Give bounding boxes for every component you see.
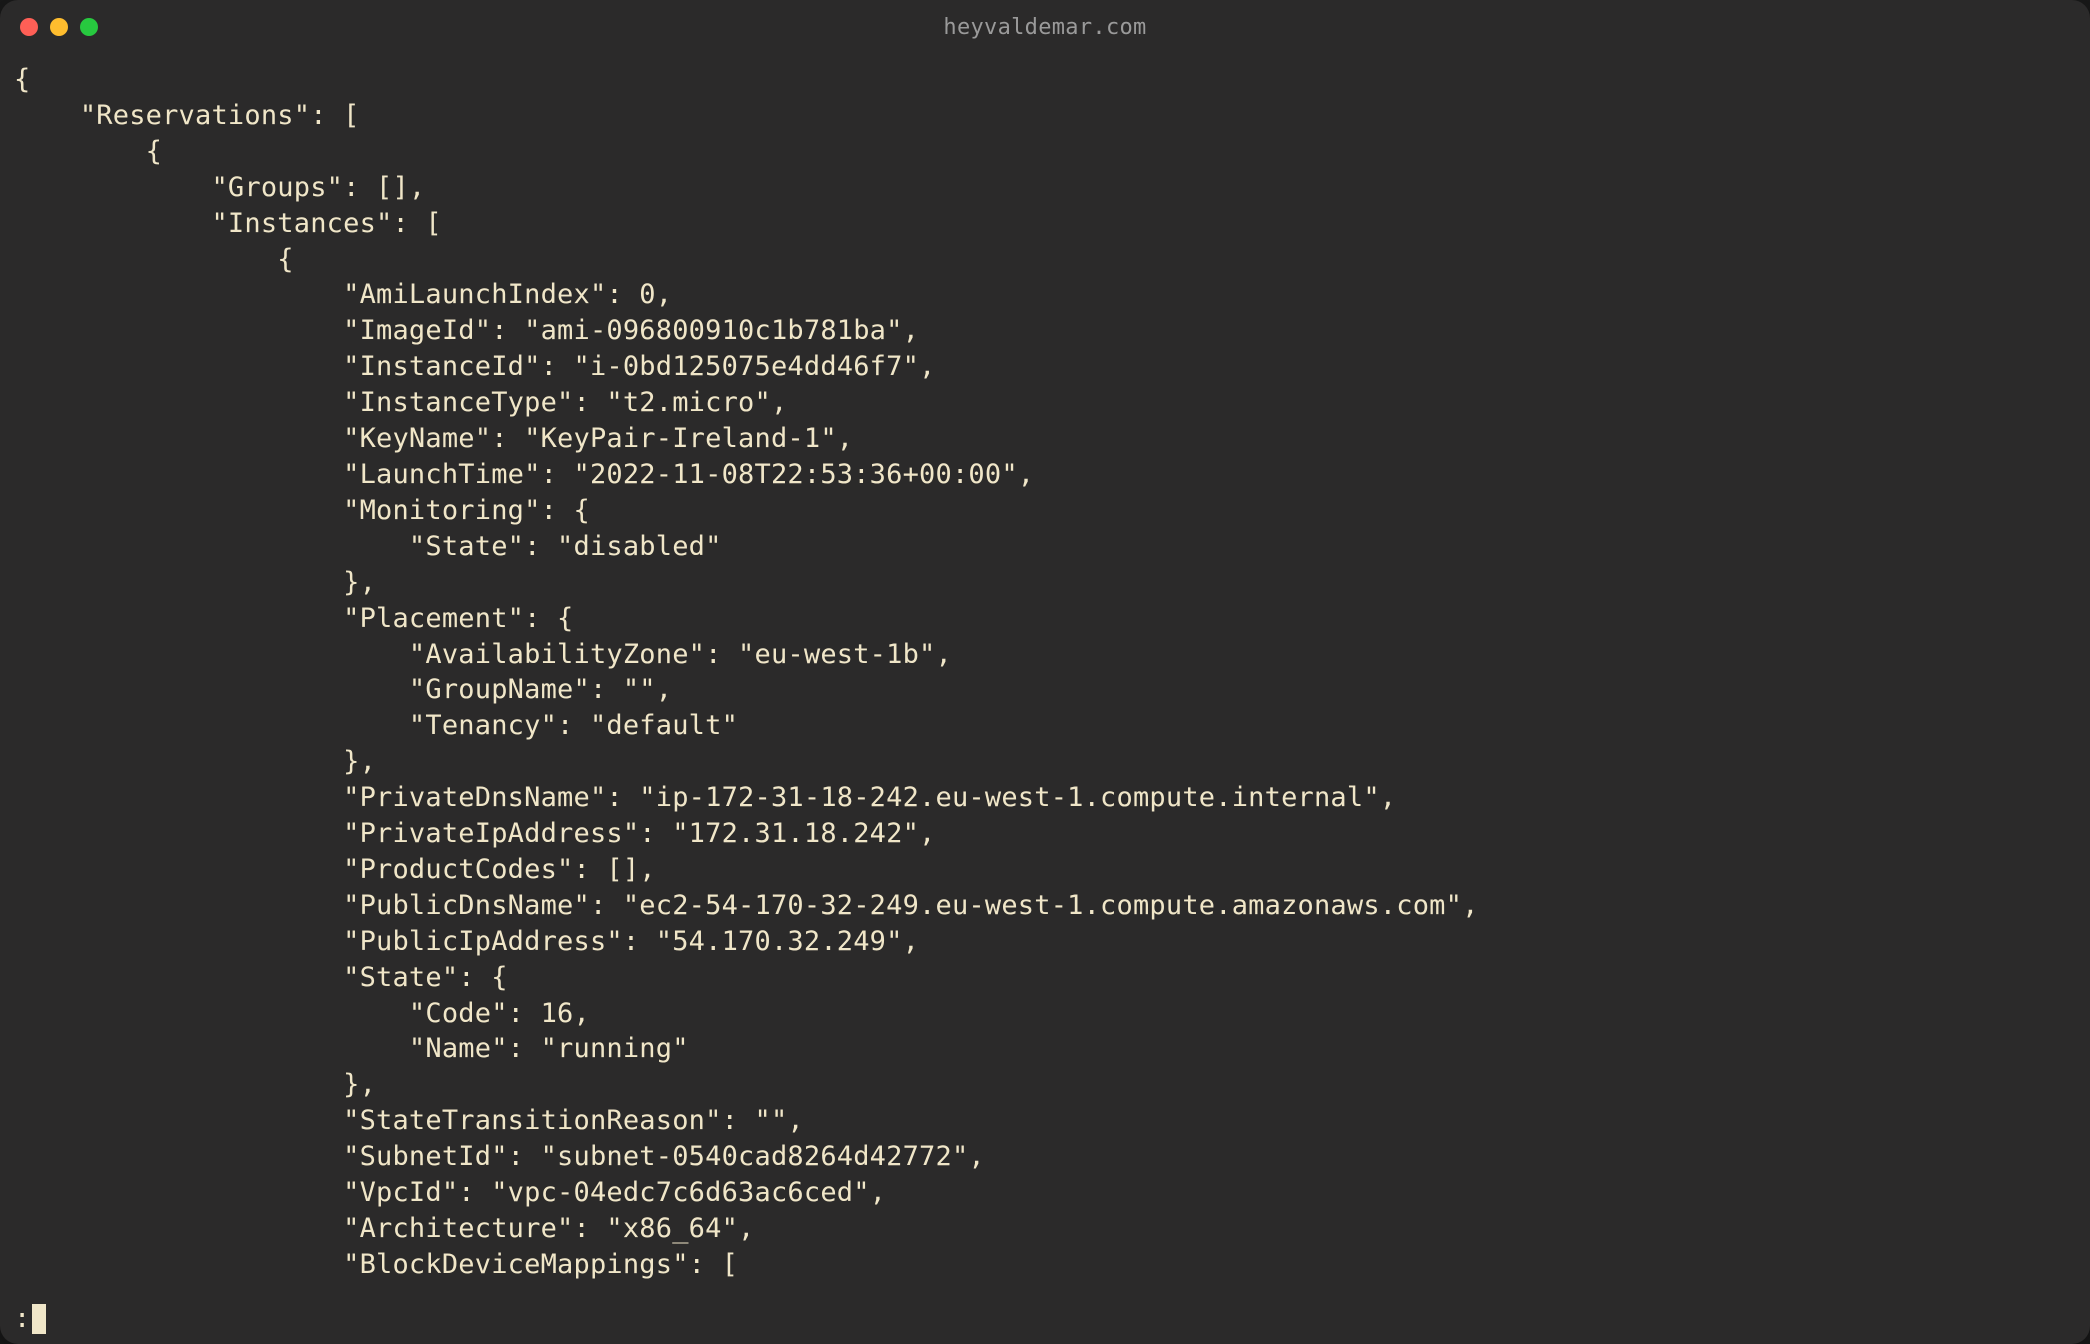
- close-button[interactable]: [20, 18, 38, 36]
- minimize-button[interactable]: [50, 18, 68, 36]
- maximize-button[interactable]: [80, 18, 98, 36]
- window-title: heyvaldemar.com: [943, 15, 1146, 40]
- prompt-char: :: [14, 1303, 30, 1334]
- traffic-lights: [20, 18, 98, 36]
- pager-prompt[interactable]: :: [0, 1303, 2090, 1344]
- terminal-output[interactable]: { "Reservations": [ { "Groups": [], "Ins…: [0, 54, 2090, 1303]
- titlebar: heyvaldemar.com: [0, 0, 2090, 54]
- terminal-window: heyvaldemar.com { "Reservations": [ { "G…: [0, 0, 2090, 1344]
- cursor: [32, 1304, 46, 1334]
